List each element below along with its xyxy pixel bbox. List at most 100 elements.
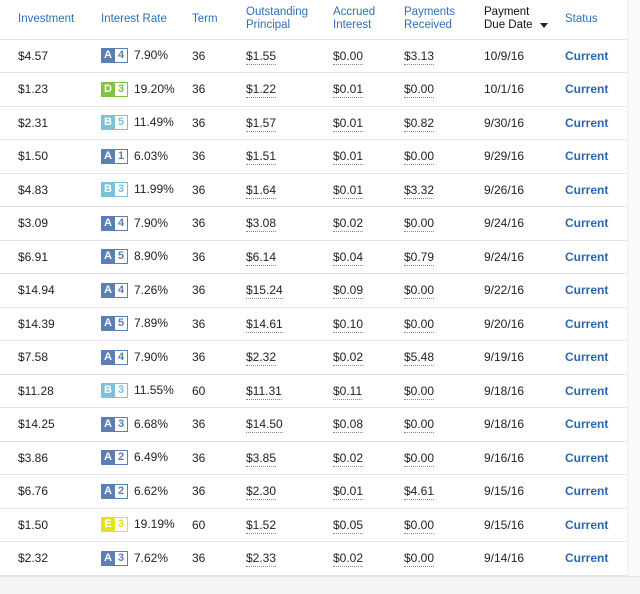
outstanding-principal-value[interactable]: $2.30 — [246, 484, 277, 501]
col-header-investment[interactable]: Investment — [0, 0, 101, 39]
table-row[interactable]: $1.50 A 1 6.03% 36 $1.51 $0.01 $0.00 9/29/16 Curr… — [0, 139, 640, 174]
accrued-interest-value[interactable]: $0.01 — [333, 182, 364, 199]
table-row[interactable]: $2.32 A 3 7.62% 36 $2.33 $0.02 $0.00 9/14/16 Curr… — [0, 541, 640, 575]
accrued-interest-value[interactable]: $0.01 — [333, 115, 364, 132]
loan-grade-badge[interactable]: A5 — [101, 316, 128, 332]
status-link[interactable]: Current — [565, 183, 608, 197]
table-row[interactable]: $3.09 A 4 7.90% 36 $3.08 $0.02 $0.00 9/24/16 Curr… — [0, 206, 640, 241]
loan-grade-badge[interactable]: A3 — [101, 550, 128, 566]
accrued-interest-value[interactable]: $0.04 — [333, 249, 364, 266]
accrued-interest-value[interactable]: $0.08 — [333, 417, 364, 434]
loan-grade-badge[interactable]: B5 — [101, 115, 128, 131]
outstanding-principal-value[interactable]: $2.32 — [246, 350, 277, 367]
col-header-accrued-interest[interactable]: Accrued Interest — [333, 0, 404, 39]
outstanding-principal-value[interactable]: $2.33 — [246, 551, 277, 568]
payments-received-value[interactable]: $0.00 — [404, 283, 435, 300]
payments-received-value[interactable]: $0.00 — [404, 149, 435, 166]
accrued-interest-value[interactable]: $0.02 — [333, 551, 364, 568]
payments-received-value[interactable]: $0.00 — [404, 216, 435, 233]
status-link[interactable]: Current — [565, 317, 608, 331]
accrued-interest-value[interactable]: $0.05 — [333, 517, 364, 534]
status-link[interactable]: Current — [565, 149, 608, 163]
accrued-interest-value[interactable]: $0.02 — [333, 216, 364, 233]
outstanding-principal-value[interactable]: $1.22 — [246, 82, 277, 99]
payments-received-value[interactable]: $0.00 — [404, 82, 435, 99]
table-row[interactable]: $6.76 A 2 6.62% 36 $2.30 $0.01 $4.61 9/15/16 Curr… — [0, 474, 640, 509]
accrued-interest-value[interactable]: $0.10 — [333, 316, 364, 333]
status-link[interactable]: Current — [565, 250, 608, 264]
loan-grade-badge[interactable]: A2 — [101, 450, 128, 466]
loan-grade-badge[interactable]: A1 — [101, 148, 128, 164]
status-link[interactable]: Current — [565, 49, 608, 63]
table-row[interactable]: $2.31 B 5 11.49% 36 $1.57 $0.01 $0.82 9/30/16 Cur… — [0, 106, 640, 140]
status-link[interactable]: Current — [565, 417, 608, 431]
payments-received-value[interactable]: $5.48 — [404, 350, 435, 367]
status-link[interactable]: Current — [565, 283, 608, 297]
outstanding-principal-value[interactable]: $1.51 — [246, 149, 277, 166]
accrued-interest-value[interactable]: $0.09 — [333, 283, 364, 300]
accrued-interest-value[interactable]: $0.01 — [333, 82, 364, 99]
col-header-term[interactable]: Term — [192, 0, 246, 39]
loan-grade-badge[interactable]: B3 — [101, 383, 128, 399]
status-link[interactable]: Current — [565, 484, 608, 498]
loan-grade-badge[interactable]: A3 — [101, 416, 128, 432]
payments-received-value[interactable]: $0.00 — [404, 551, 435, 568]
outstanding-principal-value[interactable]: $3.08 — [246, 216, 277, 233]
status-link[interactable]: Current — [565, 216, 608, 230]
table-row[interactable]: $14.25 A 3 6.68% 36 $14.50 $0.08 $0.00 9/18/16 Cu… — [0, 407, 640, 442]
table-row[interactable]: $1.50 E 3 19.19% 60 $1.52 $0.05 $0.00 9/15/16 Cur… — [0, 508, 640, 542]
outstanding-principal-value[interactable]: $3.85 — [246, 450, 277, 467]
outstanding-principal-value[interactable]: $14.61 — [246, 316, 283, 333]
table-row[interactable]: $11.28 B 3 11.55% 60 $11.31 $0.11 $0.00 9/18/16 C… — [0, 374, 640, 408]
loan-grade-badge[interactable]: A4 — [101, 48, 128, 64]
accrued-interest-value[interactable]: $0.11 — [333, 383, 363, 400]
payments-received-value[interactable]: $0.00 — [404, 417, 435, 434]
loan-grade-badge[interactable]: A4 — [101, 349, 128, 365]
outstanding-principal-value[interactable]: $1.64 — [246, 182, 277, 199]
table-row[interactable]: $14.94 A 4 7.26% 36 $15.24 $0.09 $0.00 9/22/16 Cu… — [0, 273, 640, 308]
payments-received-value[interactable]: $0.82 — [404, 115, 435, 132]
table-row[interactable]: $1.23 D 3 19.20% 36 $1.22 $0.01 $0.00 10/1/16 Cur… — [0, 72, 640, 107]
table-row[interactable]: $3.86 A 2 6.49% 36 $3.85 $0.02 $0.00 9/16/16 Curr… — [0, 441, 640, 475]
outstanding-principal-value[interactable]: $6.14 — [246, 249, 277, 266]
loan-grade-badge[interactable]: A5 — [101, 249, 128, 265]
col-header-interest-rate[interactable]: Interest Rate — [101, 0, 192, 39]
table-row[interactable]: $6.91 A 5 8.90% 36 $6.14 $0.04 $0.79 9/24/16 Curr… — [0, 240, 640, 274]
loan-grade-badge[interactable]: A4 — [101, 215, 128, 231]
table-row[interactable]: $14.39 A 5 7.89% 36 $14.61 $0.10 $0.00 9/20/16 Cu… — [0, 307, 640, 341]
payments-received-value[interactable]: $0.00 — [404, 517, 435, 534]
payments-received-value[interactable]: $0.00 — [404, 316, 435, 333]
outstanding-principal-value[interactable]: $11.31 — [246, 383, 282, 400]
accrued-interest-value[interactable]: $0.01 — [333, 484, 364, 501]
payments-received-value[interactable]: $0.00 — [404, 383, 435, 400]
status-link[interactable]: Current — [565, 350, 608, 364]
outstanding-principal-value[interactable]: $1.55 — [246, 48, 277, 65]
payments-received-value[interactable]: $0.00 — [404, 450, 435, 467]
status-link[interactable]: Current — [565, 451, 608, 465]
status-link[interactable]: Current — [565, 384, 608, 398]
outstanding-principal-value[interactable]: $1.57 — [246, 115, 277, 132]
payments-received-value[interactable]: $3.32 — [404, 182, 435, 199]
payments-received-value[interactable]: $0.79 — [404, 249, 435, 266]
loan-grade-badge[interactable]: D3 — [101, 81, 128, 97]
accrued-interest-value[interactable]: $0.00 — [333, 48, 364, 65]
outstanding-principal-value[interactable]: $14.50 — [246, 417, 283, 434]
loan-grade-badge[interactable]: E3 — [101, 517, 128, 533]
col-header-payment-due-date[interactable]: Payment Due Date — [484, 0, 565, 39]
payments-received-value[interactable]: $3.13 — [404, 48, 435, 65]
outstanding-principal-value[interactable]: $1.52 — [246, 517, 277, 534]
vertical-scrollbar[interactable] — [627, 0, 640, 576]
col-header-outstanding-principal[interactable]: Outstanding Principal — [246, 0, 333, 39]
status-link[interactable]: Current — [565, 551, 608, 565]
status-link[interactable]: Current — [565, 116, 608, 130]
accrued-interest-value[interactable]: $0.01 — [333, 149, 364, 166]
accrued-interest-value[interactable]: $0.02 — [333, 450, 364, 467]
payments-received-value[interactable]: $4.61 — [404, 484, 435, 501]
table-row[interactable]: $7.58 A 4 7.90% 36 $2.32 $0.02 $5.48 9/19/16 Curr… — [0, 340, 640, 375]
outstanding-principal-value[interactable]: $15.24 — [246, 283, 283, 300]
accrued-interest-value[interactable]: $0.02 — [333, 350, 364, 367]
loan-grade-badge[interactable]: A4 — [101, 282, 128, 298]
col-header-payments-received[interactable]: Payments Received — [404, 0, 484, 39]
table-row[interactable]: $4.57 A 4 7.90% 36 $1.55 $0.00 $3.13 10/9/16 Curr… — [0, 39, 640, 73]
status-link[interactable]: Current — [565, 82, 608, 96]
